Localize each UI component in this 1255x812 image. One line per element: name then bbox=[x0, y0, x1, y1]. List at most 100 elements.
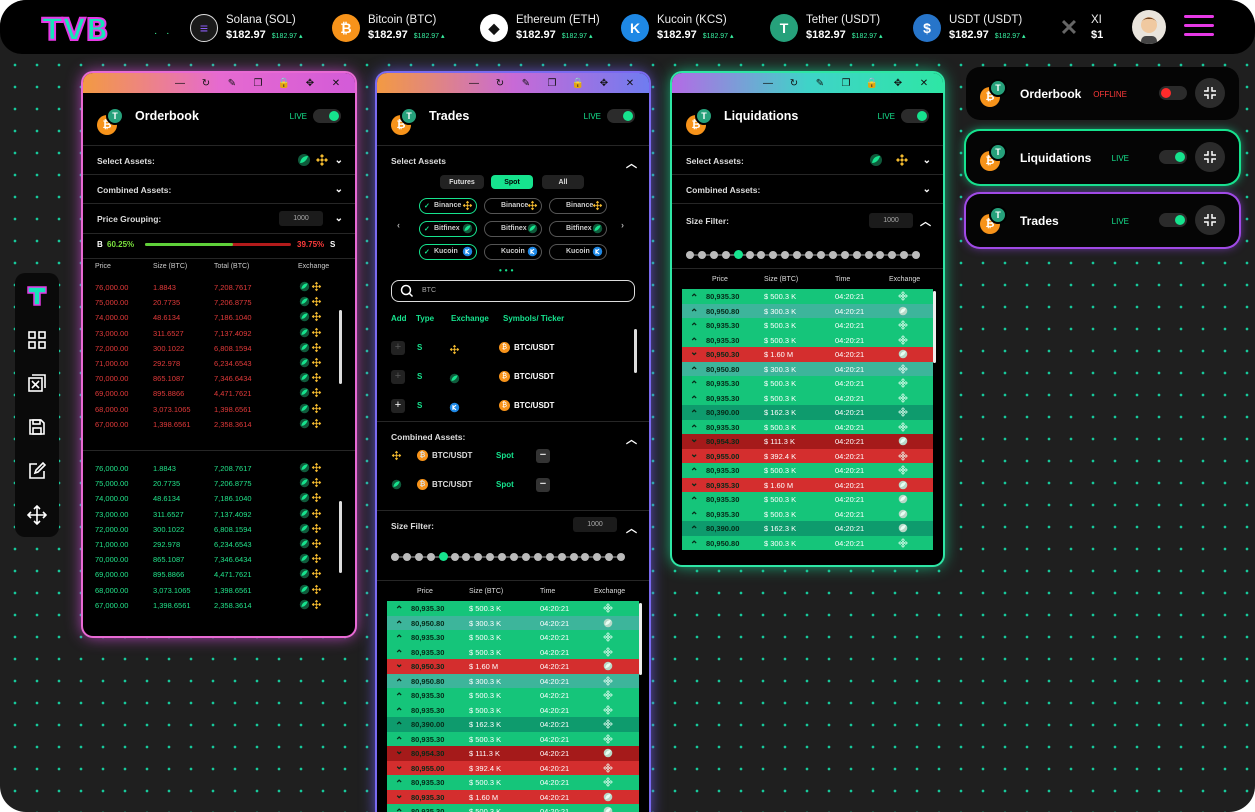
table-row[interactable]: ⌃ 80,935.30 $ 500.3 K 04:20:21 bbox=[682, 289, 933, 304]
chevron-down-icon[interactable]: ⌄ bbox=[335, 155, 343, 166]
select-assets-row[interactable]: Select Assets: ⌄ bbox=[672, 145, 943, 174]
live-toggle[interactable]: LIVE bbox=[878, 109, 929, 123]
ticker-item[interactable]: T Tether (USDT) $182.97 $182.97 ▴ bbox=[770, 8, 883, 48]
copy-icon[interactable]: ❐ bbox=[245, 78, 271, 89]
table-row[interactable]: ⌃ 80,935.30 $ 500.3 K 04:20:21 bbox=[682, 376, 933, 391]
pager-dots[interactable]: ••• bbox=[499, 266, 516, 275]
remove-button[interactable]: − bbox=[536, 478, 550, 492]
table-row[interactable]: ⌃ 80,935.30 $ 500.3 K 04:20:21 bbox=[387, 630, 639, 645]
slider-step[interactable] bbox=[900, 251, 909, 259]
ticker-item[interactable]: ◆ Ethereum (ETH) $182.97 $182.97 ▴ bbox=[480, 8, 600, 48]
size-slider[interactable] bbox=[391, 552, 626, 562]
size-filter-input[interactable]: 1000 bbox=[869, 213, 913, 228]
table-row[interactable]: ⌃ 80,950.80 $ 300.3 K 04:20:21 bbox=[387, 673, 639, 689]
prev-arrow-icon[interactable]: ‹ bbox=[397, 220, 400, 230]
edit-icon[interactable] bbox=[26, 460, 48, 482]
tab-all[interactable]: All bbox=[542, 175, 584, 189]
table-row[interactable]: ⌃ 80,935.30 $ 500.3 K 04:20:21 bbox=[682, 318, 933, 333]
price-grouping-input[interactable]: 1000 bbox=[279, 211, 323, 226]
brand-t-icon[interactable] bbox=[26, 285, 48, 307]
collapse-icon[interactable] bbox=[1195, 142, 1225, 172]
table-row[interactable]: ⌃ 80,935.30 $ 500.3 K 04:20:21 bbox=[682, 390, 933, 406]
table-row[interactable]: ⌃ 80,935.30 $ 500.3 K 04:20:21 bbox=[387, 731, 639, 747]
move-icon[interactable]: ✥ bbox=[591, 78, 617, 89]
minimize-icon[interactable]: — bbox=[167, 78, 193, 89]
table-row[interactable]: ⌃ 80,935.30 $ 500.3 K 04:20:21 bbox=[387, 702, 639, 718]
slider-step[interactable] bbox=[912, 251, 921, 259]
hamburger-menu-icon[interactable] bbox=[1184, 15, 1214, 39]
lock-icon[interactable]: 🔒 bbox=[565, 78, 591, 89]
table-row[interactable]: ⌃ 80,935.30 $ 500.3 K 04:20:21 bbox=[682, 492, 933, 507]
table-row[interactable]: ⌃ 80,950.80 $ 300.3 K 04:20:21 bbox=[682, 303, 933, 319]
table-row[interactable]: ⌄ 80,955.00 $ 392.4 K 04:20:21 bbox=[682, 448, 933, 463]
slider-step[interactable] bbox=[402, 553, 411, 561]
collapse-icon[interactable] bbox=[1195, 205, 1225, 235]
grid-layout-icon[interactable] bbox=[26, 329, 48, 351]
slider-step[interactable] bbox=[697, 251, 706, 259]
move-icon[interactable]: ✥ bbox=[297, 78, 323, 89]
exchange-option-bitfinex[interactable]: Bitfinex bbox=[484, 221, 542, 237]
brand-logo[interactable]: TVB bbox=[40, 12, 112, 44]
slider-step[interactable] bbox=[888, 251, 897, 259]
table-row[interactable]: ⌃ 80,935.30 $ 500.3 K 04:20:21 bbox=[682, 332, 933, 348]
slider-step[interactable] bbox=[486, 553, 495, 561]
table-row[interactable]: ⌃ 80,935.30 $ 500.3 K 04:20:21 bbox=[387, 775, 639, 790]
table-row[interactable]: ⌄ 80,954.30 $ 111.3 K 04:20:21 bbox=[387, 746, 639, 761]
slider-step[interactable] bbox=[733, 250, 743, 259]
add-button[interactable]: + bbox=[391, 370, 405, 384]
slider-step[interactable] bbox=[391, 553, 399, 561]
select-assets-row[interactable]: Select Assets: ⌄ bbox=[83, 145, 355, 174]
table-row[interactable]: ⌃ 80,935.30 $ 500.3 K 04:20:21 bbox=[682, 463, 933, 478]
avatar[interactable] bbox=[1132, 10, 1166, 44]
table-row[interactable]: ⌃ 80,390.00 $ 162.3 K 04:20:21 bbox=[682, 521, 933, 536]
slider-step[interactable] bbox=[793, 251, 802, 259]
exchange-option-kucoin[interactable]: Kucoin bbox=[484, 244, 542, 260]
live-toggle[interactable]: LIVE bbox=[290, 109, 341, 123]
widget-trades[interactable]: ₿ T Trades LIVE bbox=[966, 194, 1239, 247]
exchange-option-bitfinex[interactable]: Bitfinex bbox=[549, 221, 607, 237]
search-box[interactable]: BTC bbox=[391, 280, 635, 302]
move-icon[interactable] bbox=[26, 504, 48, 526]
slider-step[interactable] bbox=[450, 553, 459, 561]
refresh-icon[interactable]: ↻ bbox=[193, 78, 219, 89]
exchange-option-binance[interactable]: ✓ Binance bbox=[419, 198, 477, 214]
table-row[interactable]: ⌃ 80,390.00 $ 162.3 K 04:20:21 bbox=[387, 717, 639, 732]
live-toggle[interactable]: LIVE bbox=[584, 109, 635, 123]
scrollbar[interactable] bbox=[639, 603, 642, 675]
table-row[interactable]: ⌃ 80,935.30 $ 500.3 K 04:20:21 bbox=[387, 688, 639, 703]
orderbook-row[interactable]: 67,000.00 1,398.6561 2,358.3614 bbox=[83, 599, 353, 616]
chevron-up-icon[interactable]: ︿ bbox=[920, 213, 931, 229]
copy-icon[interactable]: ❐ bbox=[833, 78, 859, 89]
table-row[interactable]: ⌃ 80,935.30 $ 500.3 K 04:20:21 bbox=[682, 419, 933, 435]
size-slider[interactable] bbox=[686, 250, 921, 260]
table-row[interactable]: ⌄ 80,955.00 $ 392.4 K 04:20:21 bbox=[387, 760, 639, 775]
edit-icon[interactable]: ✎ bbox=[807, 78, 833, 89]
slider-step[interactable] bbox=[617, 553, 626, 561]
scrollbar[interactable] bbox=[933, 291, 936, 363]
table-row[interactable]: ⌄ 80,954.30 $ 111.3 K 04:20:21 bbox=[682, 434, 933, 449]
ticker-item[interactable]: ✕ XI $1 bbox=[1055, 8, 1103, 48]
widget-liquidations[interactable]: ₿ T Liquidations LIVE bbox=[966, 131, 1239, 184]
table-row[interactable]: ⌃ 80,935.30 $ 500.3 K 04:20:21 bbox=[682, 506, 933, 522]
slider-step[interactable] bbox=[686, 251, 694, 259]
size-filter-input[interactable]: 1000 bbox=[573, 517, 617, 532]
minimize-icon[interactable]: — bbox=[755, 78, 781, 89]
scrollbar[interactable] bbox=[339, 310, 342, 384]
slider-step[interactable] bbox=[876, 251, 885, 259]
lock-icon[interactable]: 🔒 bbox=[859, 78, 885, 89]
refresh-icon[interactable]: ↻ bbox=[781, 78, 807, 89]
table-row[interactable]: ⌃ 80,390.00 $ 162.3 K 04:20:21 bbox=[682, 405, 933, 420]
add-button[interactable]: + bbox=[391, 341, 405, 355]
ticker-item[interactable]: ≡ Solana (SOL) $182.97 $182.97 ▴ bbox=[190, 8, 303, 48]
slider-step[interactable] bbox=[462, 553, 471, 561]
slider-step[interactable] bbox=[852, 251, 861, 259]
slider-step[interactable] bbox=[769, 251, 778, 259]
minimize-icon[interactable]: — bbox=[461, 78, 487, 89]
slider-step[interactable] bbox=[474, 553, 483, 561]
exchange-option-binance[interactable]: Binance bbox=[549, 198, 607, 214]
slider-step[interactable] bbox=[864, 251, 873, 259]
ticker-item[interactable]: $ USDT (USDT) $182.97 $182.97 ▴ bbox=[913, 8, 1026, 48]
save-icon[interactable] bbox=[26, 416, 48, 438]
copy-icon[interactable]: ❐ bbox=[539, 78, 565, 89]
widget-toggle[interactable] bbox=[1159, 150, 1187, 164]
